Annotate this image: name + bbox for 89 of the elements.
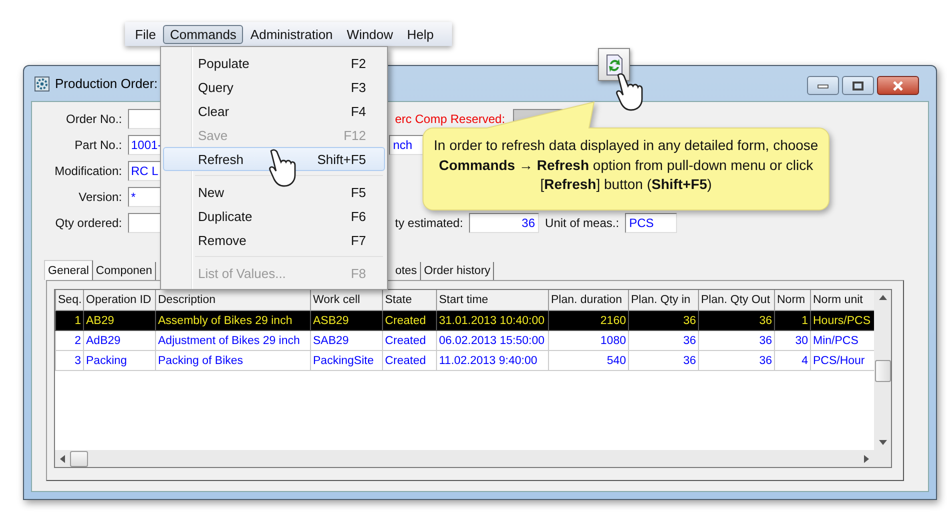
- column-header[interactable]: State: [382, 290, 436, 310]
- column-header[interactable]: Description: [156, 290, 310, 310]
- menu-item[interactable]: Window: [340, 24, 400, 44]
- table-cell: 2160: [548, 310, 628, 330]
- menu-item[interactable]: File: [128, 24, 163, 44]
- vertical-scrollbar[interactable]: [874, 290, 891, 450]
- table-cell: 31.01.2013 10:40:00: [436, 310, 548, 330]
- field-label: Qty ordered:: [54, 216, 122, 230]
- field-label: Unit of meas.:: [545, 216, 620, 230]
- table-cell: Created: [382, 350, 436, 370]
- field-label: Version:: [78, 190, 122, 204]
- horizontal-scrollbar[interactable]: [55, 450, 874, 467]
- tooltip-text: In order to refresh data displayed in any detailed form, choose Commands → Refresh option from pull-down menu or click [Refresh] button (Shift+F5): [432, 136, 820, 194]
- column-header[interactable]: Norm unit: [810, 290, 874, 310]
- table-cell: 36: [698, 310, 774, 330]
- table-row[interactable]: 2 AdB29 Adjustment of Bikes 29 inch SAB29 Created 06.02.2013 15:50:00 1080 36 36 30 Min/PCS: [56, 330, 874, 350]
- table-cell: 2: [56, 330, 84, 350]
- input-field[interactable]: PCS: [625, 213, 678, 233]
- menu-item[interactable]: Remove F7: [163, 228, 385, 252]
- table-cell: Hours/PCS: [810, 310, 874, 330]
- table-cell: 36: [628, 350, 698, 370]
- refresh-icon: [604, 54, 624, 76]
- menu-item[interactable]: New F5: [163, 180, 385, 204]
- field-label: Part No.:: [74, 138, 122, 152]
- table-cell: PackingSite: [310, 350, 382, 370]
- hand-cursor-icon: [615, 72, 645, 112]
- close-icon: [891, 80, 905, 90]
- menu-item[interactable]: Administration: [243, 24, 340, 44]
- scroll-thumb[interactable]: [874, 360, 890, 382]
- scroll-down-icon[interactable]: [878, 440, 886, 445]
- table-cell: 06.02.2013 15:50:00: [436, 330, 548, 350]
- column-header[interactable]: Plan. Qty Out: [698, 290, 774, 310]
- column-header[interactable]: Plan. Qty in: [628, 290, 698, 310]
- table-cell: 36: [698, 330, 774, 350]
- scroll-up-icon[interactable]: [878, 295, 886, 300]
- menu-item[interactable]: Query F3: [163, 75, 385, 99]
- scroll-left-icon[interactable]: [60, 454, 65, 462]
- gear-icon: [34, 76, 50, 92]
- field-label: ty estimated:: [395, 216, 464, 230]
- scroll-thumb[interactable]: [70, 450, 88, 466]
- column-header[interactable]: Seq.: [56, 290, 84, 310]
- table-cell: Adjustment of Bikes 29 inch: [156, 330, 310, 350]
- table-cell: 4: [774, 350, 810, 370]
- menu-item[interactable]: Help: [400, 24, 441, 44]
- column-header[interactable]: Norm: [774, 290, 810, 310]
- table-cell: 1080: [548, 330, 628, 350]
- column-header[interactable]: Start time: [436, 290, 548, 310]
- input-field[interactable]: 36: [469, 213, 540, 233]
- table-cell: 36: [698, 350, 774, 370]
- field-label: Modification:: [54, 164, 122, 178]
- table-cell: ASB29: [310, 310, 382, 330]
- table-cell: 1: [774, 310, 810, 330]
- menu-item[interactable]: Duplicate F6: [163, 204, 385, 228]
- maximize-icon: [852, 80, 864, 90]
- table-row[interactable]: 1 AB29 Assembly of Bikes 29 inch ASB29 Created 31.01.2013 10:40:00 2160 36 36 1 Hours/PCS: [56, 310, 874, 330]
- maximize-button[interactable]: [842, 76, 874, 95]
- tab[interactable]: General: [44, 260, 93, 280]
- table-cell: 540: [548, 350, 628, 370]
- table-cell: AdB29: [84, 330, 156, 350]
- refresh-button[interactable]: [598, 48, 630, 81]
- table-cell: AB29: [84, 310, 156, 330]
- column-header[interactable]: Plan. duration: [548, 290, 628, 310]
- menu-item[interactable]: Refresh Shift+F5: [163, 147, 385, 171]
- table-cell: 11.02.2013 9:40:00: [436, 350, 548, 370]
- table-cell: 3: [56, 350, 84, 370]
- table-cell: Assembly of Bikes 29 inch: [156, 310, 310, 330]
- table-cell: 30: [774, 330, 810, 350]
- menu-item[interactable]: Populate F2: [163, 51, 385, 75]
- minimize-button[interactable]: [807, 76, 839, 95]
- field-label: erc Comp Reserved:: [395, 112, 506, 126]
- table-cell: Created: [382, 310, 436, 330]
- hand-cursor-icon: [268, 148, 298, 188]
- close-button[interactable]: [877, 76, 919, 95]
- table-cell: 36: [628, 330, 698, 350]
- table-cell: Packing: [84, 350, 156, 370]
- table-cell: SAB29: [310, 330, 382, 350]
- table-cell: Packing of Bikes: [156, 350, 310, 370]
- menu-item[interactable]: Clear F4: [163, 99, 385, 123]
- column-header[interactable]: Work cell: [310, 290, 382, 310]
- minimize-icon: [817, 82, 829, 88]
- table-cell: Created: [382, 330, 436, 350]
- table-cell: 1: [56, 310, 84, 330]
- table-cell: 36: [628, 310, 698, 330]
- window-title: Production Order:: [55, 76, 158, 91]
- field-label: Order No.:: [64, 112, 122, 126]
- menu-item[interactable]: Commands: [162, 24, 244, 44]
- scroll-right-icon[interactable]: [864, 454, 869, 462]
- column-header[interactable]: Operation ID: [84, 290, 156, 310]
- table-row[interactable]: 3 Packing Packing of Bikes PackingSite Created 11.02.2013 9:40:00 540 36 36 4 PCS/Hour: [56, 350, 874, 370]
